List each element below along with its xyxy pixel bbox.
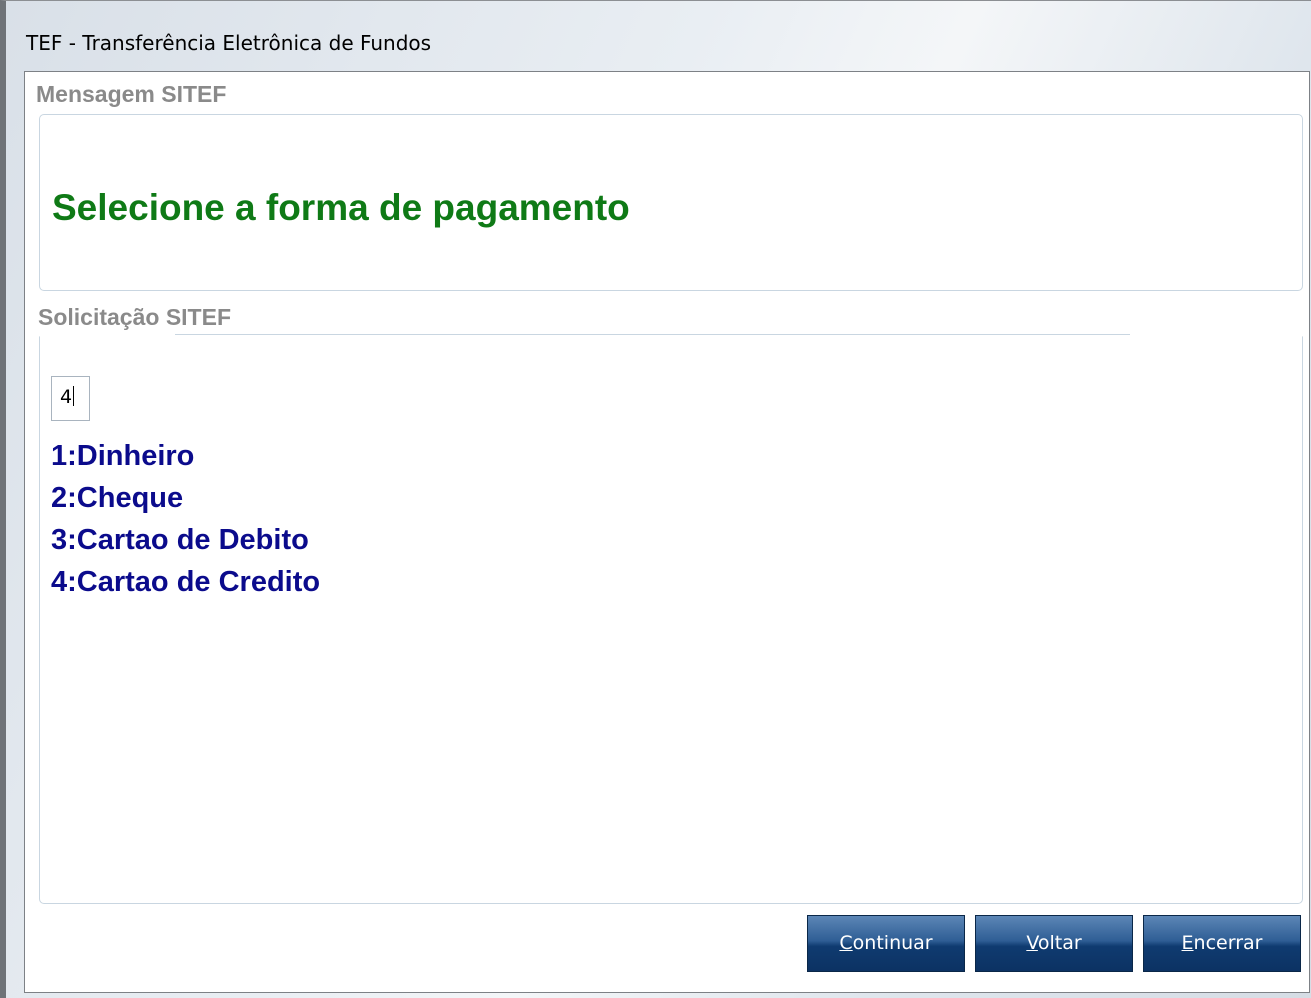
sitef-message: Selecione a forma de pagamento [52, 187, 630, 228]
message-group-label: Mensagem SITEF [36, 81, 227, 107]
option-input-value: 4 [60, 386, 73, 408]
payment-option: 2:Cheque [51, 482, 184, 514]
request-group-label: Solicitação SITEF [38, 304, 231, 330]
window-title: TEF - Transferência Eletrônica de Fundos [26, 31, 432, 55]
request-panel: 4 1:Dinheiro 2:Cheque 3:Cartao de Debito… [39, 336, 1303, 904]
payment-option: 3:Cartao de Debito [51, 524, 309, 556]
option-input[interactable]: 4 [51, 376, 90, 421]
text-caret [73, 386, 75, 406]
tef-window: TEF - Transferência Eletrônica de Fundos… [0, 0, 1311, 998]
request-group-divider [175, 334, 1130, 335]
payment-options-list: 1:Dinheiro 2:Cheque 3:Cartao de Debito 4… [51, 435, 320, 603]
continuar-hotkey: C [839, 932, 853, 954]
voltar-label: oltar [1037, 932, 1082, 954]
payment-option: 1:Dinheiro [51, 440, 195, 472]
payment-option: 4:Cartao de Credito [51, 566, 321, 598]
dialog-body: Mensagem SITEF Selecione a forma de paga… [24, 71, 1310, 993]
voltar-hotkey: V [1026, 932, 1038, 954]
message-panel: Selecione a forma de pagamento [39, 114, 1303, 291]
voltar-button[interactable]: Voltar [975, 915, 1133, 972]
title-bar[interactable]: TEF - Transferência Eletrônica de Fundos [6, 1, 1311, 71]
encerrar-hotkey: E [1181, 932, 1194, 954]
continuar-button[interactable]: Continuar [807, 915, 965, 972]
continuar-label: ontinuar [852, 932, 933, 954]
encerrar-label: ncerrar [1193, 932, 1263, 954]
encerrar-button[interactable]: Encerrar [1143, 915, 1301, 972]
